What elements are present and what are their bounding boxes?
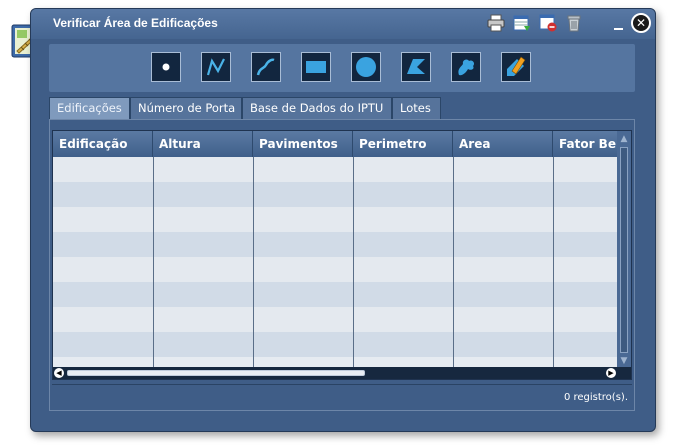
tab-edificacoes[interactable]: Edificações — [49, 97, 130, 119]
window-title: Verificar Área de Edificações — [53, 16, 218, 30]
printer-icon[interactable] — [487, 14, 505, 32]
column-divider — [153, 157, 154, 369]
verificar-area-window: Verificar Área de Edificações ✕ Edificaç… — [30, 8, 656, 432]
window-titlebar[interactable]: Verificar Área de Edificações ✕ — [31, 9, 655, 39]
column-divider — [553, 157, 554, 369]
scroll-left-icon[interactable]: ◀ — [54, 368, 64, 378]
freehand-polygon-icon — [458, 59, 475, 76]
table-row[interactable] — [53, 332, 618, 357]
table-row[interactable] — [53, 232, 618, 257]
remove-layer-icon[interactable] — [539, 14, 557, 32]
scroll-down-icon[interactable]: ▼ — [619, 356, 629, 366]
polygon-icon — [407, 59, 425, 74]
vertical-scroll-track[interactable] — [620, 147, 628, 353]
column-header-edificacao[interactable]: Edificação — [53, 131, 153, 157]
rectangle-icon — [306, 61, 326, 73]
freehand-line-tool-button[interactable] — [251, 52, 281, 82]
circle-tool-button[interactable] — [351, 52, 381, 82]
point-tool-button[interactable] — [151, 52, 181, 82]
table-row[interactable] — [53, 282, 618, 307]
trash-icon[interactable] — [565, 14, 583, 32]
edit-tool-button[interactable] — [501, 52, 531, 82]
table-row[interactable] — [53, 257, 618, 282]
column-divider — [253, 157, 254, 369]
drawing-toolbar — [49, 44, 635, 92]
close-button[interactable]: ✕ — [631, 13, 651, 33]
horizontal-scroll-thumb[interactable] — [67, 370, 365, 376]
point-icon — [162, 63, 170, 71]
column-divider — [353, 157, 354, 369]
export-table-icon[interactable] — [513, 14, 531, 32]
polygon-tool-button[interactable] — [401, 52, 431, 82]
table-row[interactable] — [53, 182, 618, 207]
horizontal-scrollbar[interactable]: ◀ ▶ — [53, 367, 631, 379]
table-header: Edificação Altura Pavimentos Perimetro A… — [53, 131, 618, 157]
column-header-area[interactable]: Area — [453, 131, 553, 157]
vertical-scrollbar[interactable]: ▲ ▼ — [617, 131, 631, 369]
data-grid: Edificação Altura Pavimentos Perimetro A… — [52, 130, 632, 380]
table-row[interactable] — [53, 307, 618, 332]
column-header-altura[interactable]: Altura — [153, 131, 253, 157]
grid-viewport: Edificação Altura Pavimentos Perimetro A… — [53, 131, 618, 369]
polyline-tool-button[interactable] — [201, 52, 231, 82]
freehand-polygon-tool-button[interactable] — [451, 52, 481, 82]
table-row[interactable] — [53, 157, 618, 182]
table-row[interactable] — [53, 207, 618, 232]
circle-icon — [356, 57, 376, 77]
tab-numero-de-porta[interactable]: Número de Porta — [130, 97, 242, 119]
tab-lotes[interactable]: Lotes — [392, 97, 441, 119]
minimize-button[interactable] — [613, 17, 625, 31]
scroll-up-icon[interactable]: ▲ — [619, 134, 629, 144]
record-count: 0 registro(s). — [563, 392, 628, 403]
polyline-icon — [206, 58, 225, 76]
tab-base-de-dados-iptu[interactable]: Base de Dados do IPTU — [242, 97, 392, 119]
column-divider — [453, 157, 454, 369]
rectangle-tool-button[interactable] — [301, 52, 331, 82]
freehand-line-icon — [256, 58, 275, 76]
tab-panel: Edificação Altura Pavimentos Perimetro A… — [49, 119, 635, 411]
column-header-perimetro[interactable]: Perimetro — [353, 131, 453, 157]
edit-pencil-icon — [507, 56, 526, 76]
column-header-fator[interactable]: Fator Beriarmento — [553, 131, 618, 157]
grid-footer-divider — [52, 384, 632, 385]
scroll-right-icon[interactable]: ▶ — [606, 368, 616, 378]
column-header-pavimentos[interactable]: Pavimentos — [253, 131, 353, 157]
